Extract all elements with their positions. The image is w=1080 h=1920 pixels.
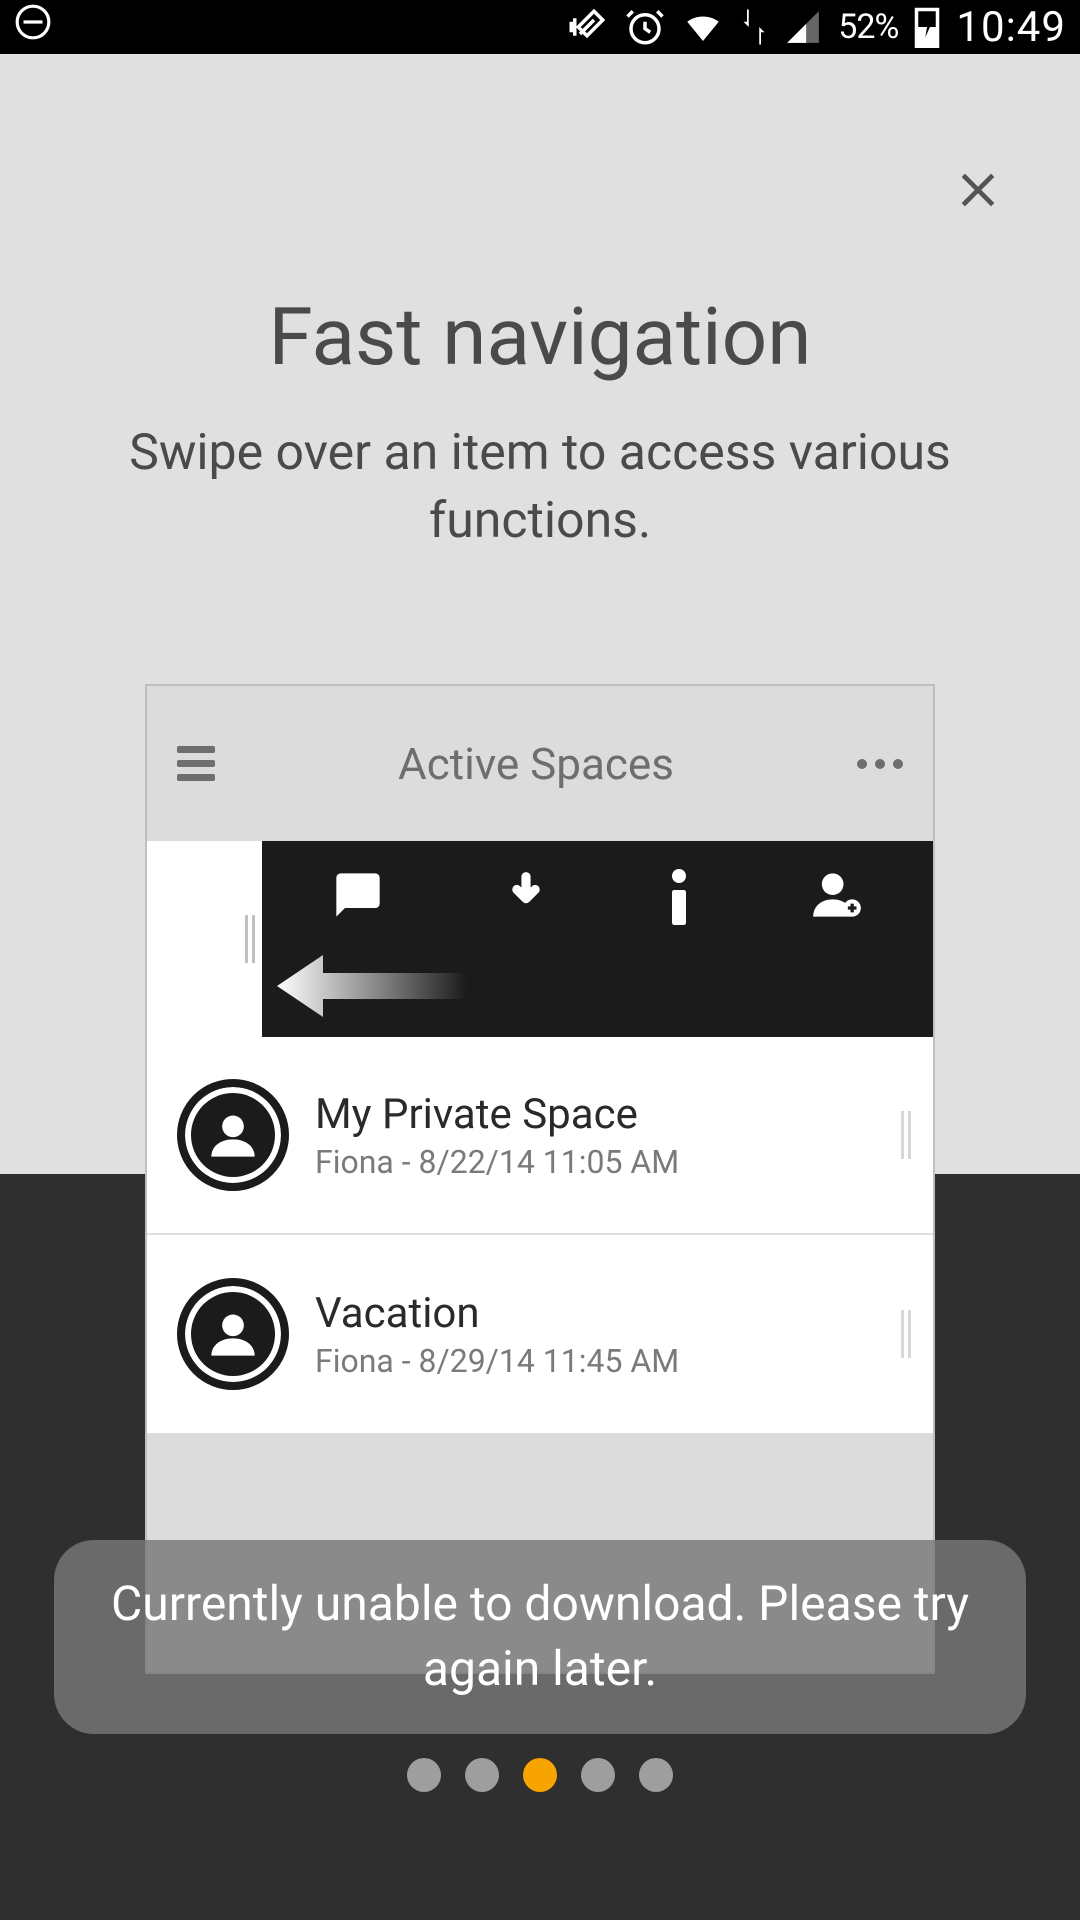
page-dot[interactable] (581, 1758, 615, 1792)
battery-percentage: 52% (838, 7, 898, 47)
toast-message: Currently unable to download. Please try… (54, 1540, 1026, 1734)
close-button[interactable] (950, 154, 1006, 230)
list-item: My Private Space Fiona - 8/22/14 11:05 A… (147, 1037, 933, 1235)
page-dot-active[interactable] (523, 1758, 557, 1792)
do-not-disturb-icon (14, 3, 52, 51)
avatar-icon (177, 1278, 289, 1390)
space-name: Vacation (315, 1289, 679, 1338)
page-title: Fast navigation (0, 290, 1080, 384)
page-dot[interactable] (407, 1758, 441, 1792)
space-meta: Fiona - 8/29/14 11:45 AM (315, 1342, 679, 1380)
add-user-icon (811, 869, 863, 925)
page-dot[interactable] (465, 1758, 499, 1792)
data-sync-icon (740, 6, 768, 48)
page-dot[interactable] (639, 1758, 673, 1792)
tutorial-illustration: Active Spaces My Private (145, 684, 935, 1674)
drag-handle-icon (245, 915, 255, 963)
page-subtitle: Swipe over an item to access various fun… (40, 420, 1040, 555)
chat-icon (332, 869, 384, 925)
clock-time: 10:49 (956, 3, 1066, 52)
alarm-icon (624, 6, 666, 48)
download-icon (504, 869, 548, 925)
space-meta: Fiona - 8/22/14 11:05 AM (315, 1143, 679, 1181)
wifi-icon (682, 6, 724, 48)
status-bar: 52% 10:49 (0, 0, 1080, 54)
battery-charging-icon (914, 6, 940, 48)
illustration-title: Active Spaces (215, 738, 857, 790)
more-icon (857, 759, 903, 769)
page-indicator[interactable] (0, 1758, 1080, 1792)
space-name: My Private Space (315, 1090, 679, 1139)
hamburger-icon (177, 746, 215, 781)
drag-handle-icon (901, 1310, 911, 1358)
illustration-header: Active Spaces (147, 686, 933, 841)
drag-handle-icon (901, 1111, 911, 1159)
list-item: Vacation Fiona - 8/29/14 11:45 AM (147, 1235, 933, 1433)
vibrate-icon (566, 6, 608, 48)
cell-signal-icon (784, 8, 822, 46)
swipe-actions-row (147, 841, 933, 1037)
info-icon (667, 869, 691, 929)
avatar-icon (177, 1079, 289, 1191)
swipe-arrow-icon (277, 955, 467, 1021)
